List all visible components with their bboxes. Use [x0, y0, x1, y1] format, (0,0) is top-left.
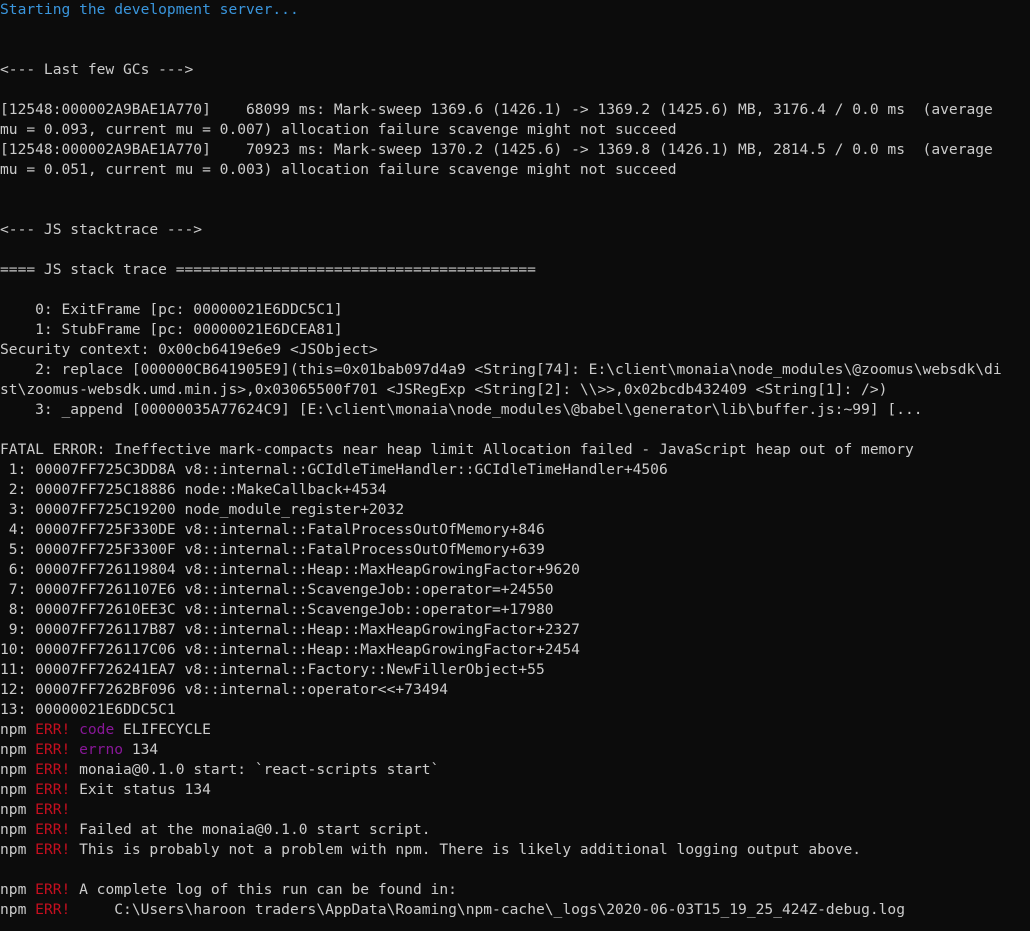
terminal-line: npm ERR!	[0, 800, 70, 820]
terminal-text: npm	[0, 901, 36, 918]
terminal-text: mu = 0.093, current mu = 0.007) allocati…	[0, 121, 677, 138]
terminal-line: 5: 00007FF725F3300F v8::internal::FatalP…	[0, 540, 545, 560]
terminal-line: <--- JS stacktrace --->	[0, 220, 202, 240]
terminal-text: Exit status 134	[70, 781, 211, 798]
terminal-line: <--- Last few GCs --->	[0, 60, 193, 80]
npm-err-key: code	[79, 721, 115, 738]
terminal-line: 2: replace [000000CB641905E9](this=0x01b…	[0, 360, 1002, 380]
terminal-line: [12548:000002A9BAE1A770] 70923 ms: Mark-…	[0, 140, 993, 160]
npm-err-tag: ERR!	[35, 781, 71, 798]
terminal-text: 6: 00007FF726119804 v8::internal::Heap::…	[0, 561, 580, 578]
terminal-text: 9: 00007FF726117B87 v8::internal::Heap::…	[0, 621, 580, 638]
terminal-line: 11: 00007FF726241EA7 v8::internal::Facto…	[0, 660, 545, 680]
terminal-text: npm	[0, 821, 36, 838]
npm-err-tag: ERR!	[35, 761, 71, 778]
terminal-line: npm ERR! A complete log of this run can …	[0, 880, 457, 900]
terminal-text: A complete log of this run can be found …	[70, 881, 457, 898]
terminal-text: 5: 00007FF725F3300F v8::internal::FatalP…	[0, 541, 545, 558]
terminal-text: 3: 00007FF725C19200 node_module_register…	[0, 501, 405, 518]
terminal-window[interactable]: Starting the development server... <--- L…	[0, 0, 1030, 931]
terminal-line: 3: 00007FF725C19200 node_module_register…	[0, 500, 404, 520]
terminal-line: npm ERR! errno 134	[0, 740, 158, 760]
terminal-text: 3: _append [00000035A77624C9] [E:\client…	[0, 401, 923, 418]
terminal-text: 11: 00007FF726241EA7 v8::internal::Facto…	[0, 661, 545, 678]
terminal-text: monaia@0.1.0 start: `react-scripts start…	[70, 761, 440, 778]
npm-err-tag: ERR!	[35, 741, 71, 758]
terminal-text: mu = 0.051, current mu = 0.003) allocati…	[0, 161, 677, 178]
terminal-text: C:\Users\haroon traders\AppData\Roaming\…	[70, 901, 905, 918]
terminal-text: 10: 00007FF726117C06 v8::internal::Heap:…	[0, 641, 580, 658]
terminal-line: FATAL ERROR: Ineffective mark-compacts n…	[0, 440, 914, 460]
terminal-text: 2: replace [000000CB641905E9](this=0x01b…	[0, 361, 1002, 378]
terminal-line: 3: _append [00000035A77624C9] [E:\client…	[0, 400, 923, 420]
terminal-text: ==== JS stack trace ====================…	[0, 261, 536, 278]
terminal-text: 13: 00000021E6DDC5C1	[0, 701, 176, 718]
terminal-line: Starting the development server...	[0, 0, 299, 20]
npm-err-tag: ERR!	[35, 721, 71, 738]
terminal-text: This is probably not a problem with npm.…	[70, 841, 862, 858]
terminal-line: 0: ExitFrame [pc: 00000021E6DDC5C1]	[0, 300, 343, 320]
terminal-line: 7: 00007FF7261107E6 v8::internal::Scaven…	[0, 580, 554, 600]
terminal-text: 0: ExitFrame [pc: 00000021E6DDC5C1]	[0, 301, 343, 318]
npm-err-tag: ERR!	[35, 901, 71, 918]
terminal-text: 7: 00007FF7261107E6 v8::internal::Scaven…	[0, 581, 554, 598]
terminal-text: Failed at the monaia@0.1.0 start script.	[70, 821, 431, 838]
terminal-text: <--- Last few GCs --->	[0, 61, 194, 78]
terminal-text: 1: 00007FF725C3DD8A v8::internal::GCIdle…	[0, 461, 668, 478]
terminal-line: 4: 00007FF725F330DE v8::internal::FatalP…	[0, 520, 545, 540]
terminal-text: npm	[0, 721, 36, 738]
terminal-text: [12548:000002A9BAE1A770] 70923 ms: Mark-…	[0, 141, 993, 158]
terminal-line: npm ERR! Exit status 134	[0, 780, 211, 800]
terminal-line: 12: 00007FF7262BF096 v8::internal::opera…	[0, 680, 448, 700]
terminal-line: Security context: 0x00cb6419e6e9 <JSObje…	[0, 340, 378, 360]
terminal-line: 13: 00000021E6DDC5C1	[0, 700, 176, 720]
terminal-text: npm	[0, 741, 36, 758]
terminal-text: npm	[0, 841, 36, 858]
terminal-line: npm ERR! code ELIFECYCLE	[0, 720, 211, 740]
terminal-text: <--- JS stacktrace --->	[0, 221, 203, 238]
terminal-text: [12548:000002A9BAE1A770] 68099 ms: Mark-…	[0, 101, 993, 118]
terminal-line: [12548:000002A9BAE1A770] 68099 ms: Mark-…	[0, 100, 993, 120]
status-message: Starting the development server...	[0, 1, 299, 18]
terminal-line: 1: StubFrame [pc: 00000021E6DCEA81]	[0, 320, 343, 340]
terminal-text: npm	[0, 801, 36, 818]
npm-err-tag: ERR!	[35, 821, 71, 838]
npm-err-tag: ERR!	[35, 881, 71, 898]
terminal-text: 2: 00007FF725C18886 node::MakeCallback+4…	[0, 481, 387, 498]
terminal-text: FATAL ERROR: Ineffective mark-compacts n…	[0, 441, 914, 458]
terminal-line: 2: 00007FF725C18886 node::MakeCallback+4…	[0, 480, 387, 500]
terminal-line: npm ERR! C:\Users\haroon traders\AppData…	[0, 900, 905, 920]
npm-err-tag: ERR!	[35, 841, 71, 858]
terminal-text: 134	[123, 741, 159, 758]
terminal-text: Security context: 0x00cb6419e6e9 <JSObje…	[0, 341, 378, 358]
terminal-text: npm	[0, 781, 36, 798]
terminal-text: 4: 00007FF725F330DE v8::internal::FatalP…	[0, 521, 545, 538]
terminal-line: 9: 00007FF726117B87 v8::internal::Heap::…	[0, 620, 580, 640]
terminal-text: st\zoomus-websdk.umd.min.js>,0x03065500f…	[0, 381, 888, 398]
terminal-text: 1: StubFrame [pc: 00000021E6DCEA81]	[0, 321, 343, 338]
terminal-text: npm	[0, 761, 36, 778]
terminal-line: 6: 00007FF726119804 v8::internal::Heap::…	[0, 560, 580, 580]
terminal-line: 1: 00007FF725C3DD8A v8::internal::GCIdle…	[0, 460, 668, 480]
npm-err-tag: ERR!	[35, 801, 71, 818]
terminal-text: npm	[0, 881, 36, 898]
terminal-line: mu = 0.093, current mu = 0.007) allocati…	[0, 120, 677, 140]
terminal-line: 10: 00007FF726117C06 v8::internal::Heap:…	[0, 640, 580, 660]
terminal-line: mu = 0.051, current mu = 0.003) allocati…	[0, 160, 677, 180]
terminal-line: ==== JS stack trace ====================…	[0, 260, 536, 280]
terminal-text: 8: 00007FF72610EE3C v8::internal::Scaven…	[0, 601, 554, 618]
terminal-line: npm ERR! Failed at the monaia@0.1.0 star…	[0, 820, 431, 840]
npm-err-key: errno	[79, 741, 124, 758]
terminal-text: 12: 00007FF7262BF096 v8::internal::opera…	[0, 681, 449, 698]
terminal-line: npm ERR! monaia@0.1.0 start: `react-scri…	[0, 760, 439, 780]
terminal-line: 8: 00007FF72610EE3C v8::internal::Scaven…	[0, 600, 554, 620]
terminal-line: npm ERR! This is probably not a problem …	[0, 840, 861, 860]
terminal-text: ELIFECYCLE	[114, 721, 211, 738]
terminal-line: st\zoomus-websdk.umd.min.js>,0x03065500f…	[0, 380, 887, 400]
